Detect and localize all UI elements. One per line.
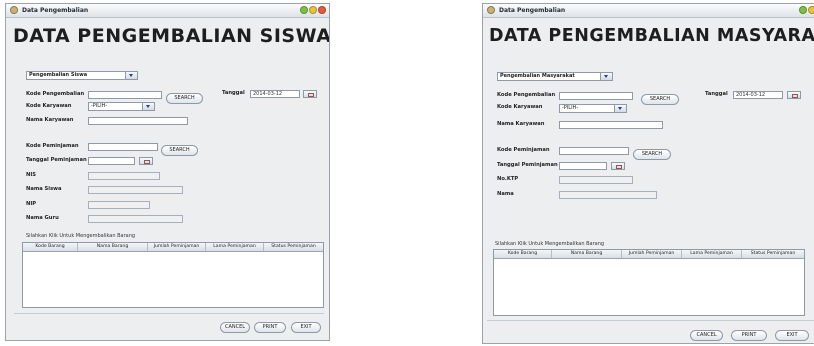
column-header-lama-peminjaman[interactable]: Lama Peminjaman	[682, 250, 742, 258]
window-title: Data Pengembalian	[22, 7, 89, 14]
barang-table[interactable]: Kode Barang Nama Barang Jumlah Peminjama…	[22, 242, 324, 308]
kode-pengembalian-label: Kode Pengembalian	[26, 91, 85, 97]
nama-siswa-field	[88, 186, 183, 194]
nama-guru-label: Nama Guru	[26, 215, 59, 221]
chevron-down-icon	[600, 73, 612, 80]
kode-peminjaman-input[interactable]	[559, 147, 629, 155]
table-header: Kode Barang Nama Barang Jumlah Peminjama…	[494, 250, 804, 259]
chevron-down-icon	[614, 105, 626, 112]
app-icon	[10, 6, 18, 14]
window-controls	[300, 6, 326, 14]
nip-label: NIP	[26, 201, 37, 207]
tanggal-peminjaman-input[interactable]	[88, 157, 135, 165]
print-button[interactable]: PRINT	[254, 322, 286, 333]
nama-karyawan-label: Nama Karyawan	[497, 121, 545, 127]
window-title: Data Pengembalian	[499, 7, 566, 14]
kode-pengembalian-label: Kode Pengembalian	[497, 92, 556, 98]
column-header-kode-barang[interactable]: Kode Barang	[494, 250, 552, 258]
nis-field	[88, 172, 160, 180]
minimize-icon[interactable]	[300, 6, 308, 14]
search-button[interactable]: SEARCH	[166, 93, 203, 104]
page-title: DATA PENGEMBALIAN SISWA	[13, 25, 330, 47]
tanggal-peminjaman-label: Tanggal Peminjaman	[497, 162, 558, 168]
maximize-icon[interactable]	[309, 6, 317, 14]
window-pengembalian-masyarakat: Data Pengembalian DATA PENGEMBALIAN MASY…	[482, 3, 814, 344]
maximize-icon[interactable]	[808, 6, 814, 14]
column-header-nama-barang[interactable]: Nama Barang	[552, 250, 622, 258]
kode-pengembalian-input[interactable]	[559, 92, 633, 100]
nama-siswa-label: Nama Siswa	[26, 186, 62, 192]
divider	[14, 313, 324, 314]
calendar-icon[interactable]	[303, 90, 317, 98]
type-select[interactable]: Pengembalian Masyarakat	[497, 72, 613, 81]
chevron-down-icon	[142, 103, 154, 110]
divider	[487, 320, 814, 321]
exit-button[interactable]: EXIT	[291, 322, 321, 333]
tanggal-field[interactable]: 2014-03-12	[250, 90, 300, 98]
kode-karyawan-label: Kode Karyawan	[497, 104, 543, 110]
search-peminjaman-button[interactable]: SEARCH	[633, 149, 671, 160]
kode-peminjaman-label: Kode Peminjaman	[26, 143, 79, 149]
app-icon	[487, 6, 495, 14]
nis-label: NIS	[26, 172, 37, 178]
table-header: Kode Barang Nama Barang Jumlah Peminjama…	[23, 243, 323, 252]
cancel-button[interactable]: CANCEL	[220, 322, 250, 333]
column-header-nama-barang[interactable]: Nama Barang	[78, 243, 148, 251]
kode-karyawan-select-value: -PILIH-	[562, 105, 579, 111]
close-icon[interactable]	[318, 6, 326, 14]
nama-label: Nama	[497, 191, 514, 197]
nama-karyawan-input[interactable]	[559, 121, 663, 129]
tanggal-peminjaman-label: Tanggal Peminjaman	[26, 157, 87, 163]
kode-peminjaman-input[interactable]	[88, 143, 158, 151]
column-header-status-peminjaman[interactable]: Status Peminjaman	[742, 250, 804, 258]
tanggal-peminjaman-input[interactable]	[559, 162, 607, 170]
kode-karyawan-select[interactable]: -PILIH-	[559, 104, 627, 113]
nama-field	[559, 191, 657, 199]
column-header-jumlah-peminjaman[interactable]: Jumlah Peminjaman	[148, 243, 206, 251]
no-ktp-label: No.KTP	[497, 176, 519, 182]
window-pengembalian-siswa: Data Pengembalian DATA PENGEMBALIAN SISW…	[5, 3, 330, 341]
kode-peminjaman-label: Kode Peminjaman	[497, 147, 550, 153]
column-header-kode-barang[interactable]: Kode Barang	[23, 243, 78, 251]
calendar-icon[interactable]	[787, 91, 801, 99]
no-ktp-field	[559, 176, 633, 184]
calendar-icon[interactable]	[611, 162, 625, 170]
barang-table[interactable]: Kode Barang Nama Barang Jumlah Peminjama…	[493, 249, 805, 316]
nama-guru-field	[88, 215, 183, 223]
type-select-value: Pengembalian Masyarakat	[500, 73, 575, 79]
column-header-status-peminjaman[interactable]: Status Peminjaman	[264, 243, 323, 251]
exit-button[interactable]: EXIT	[775, 330, 809, 341]
kode-pengembalian-input[interactable]	[88, 91, 162, 99]
nama-karyawan-input[interactable]	[88, 117, 188, 125]
tanggal-label: Tanggal	[705, 91, 728, 97]
search-peminjaman-button[interactable]: SEARCH	[161, 145, 198, 156]
column-header-jumlah-peminjaman[interactable]: Jumlah Peminjaman	[622, 250, 682, 258]
nip-field	[88, 201, 150, 209]
instruction-text: Silahkan Klik Untuk Mengembalikan Barang	[495, 241, 605, 247]
title-bar: Data Pengembalian	[6, 4, 329, 18]
cancel-button[interactable]: CANCEL	[690, 330, 723, 341]
type-select[interactable]: Pengembalian Siswa	[26, 71, 138, 80]
minimize-icon[interactable]	[799, 6, 807, 14]
tanggal-label: Tanggal	[222, 90, 245, 96]
page-title: DATA PENGEMBALIAN MASYARAKAT	[489, 26, 814, 46]
calendar-icon[interactable]	[139, 157, 153, 165]
column-header-lama-peminjaman[interactable]: Lama Peminjaman	[206, 243, 264, 251]
instruction-text: Silahkan Klik Untuk Mengembalikan Barang	[26, 233, 136, 239]
window-controls	[799, 6, 814, 14]
kode-karyawan-select-value: -PILIH-	[91, 103, 108, 109]
type-select-value: Pengembalian Siswa	[29, 72, 88, 78]
nama-karyawan-label: Nama Karyawan	[26, 117, 74, 123]
kode-karyawan-select[interactable]: -PILIH-	[88, 102, 155, 111]
tanggal-field[interactable]: 2014-03-12	[733, 91, 783, 99]
search-button[interactable]: SEARCH	[641, 94, 679, 105]
print-button[interactable]: PRINT	[731, 330, 767, 341]
chevron-down-icon	[125, 72, 137, 79]
kode-karyawan-label: Kode Karyawan	[26, 103, 72, 109]
title-bar: Data Pengembalian	[483, 4, 814, 18]
